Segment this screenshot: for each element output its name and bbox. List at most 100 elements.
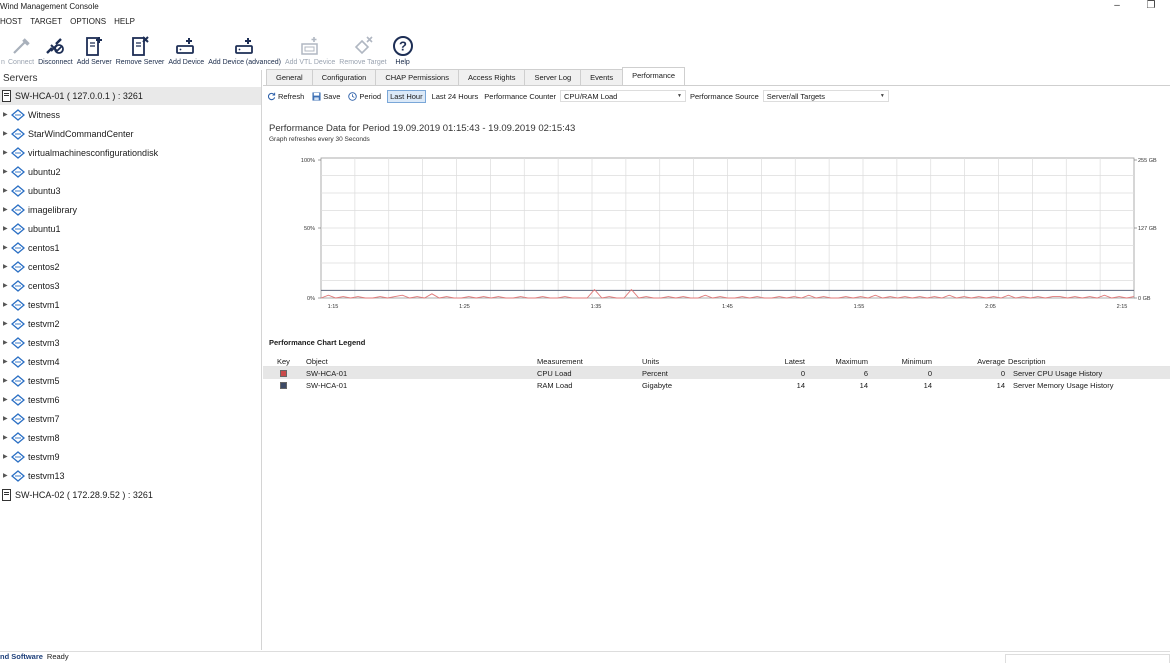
expand-arrow-icon[interactable]: ▶ [3,434,11,441]
server-icon [2,488,11,501]
tree-target-item[interactable]: ▶ ubuntu2 [0,162,261,181]
disconnect-label: Disconnect [38,59,73,66]
tree-target-item[interactable]: ▶ centos3 [0,276,261,295]
add-server-button[interactable]: Add Server [75,31,114,66]
tab-events[interactable]: Events [580,69,624,85]
tree-target-item[interactable]: ▶ testvm7 [0,409,261,428]
tree-target-item[interactable]: ▶ imagelibrary [0,200,261,219]
tree-target-item[interactable]: ▶ ubuntu1 [0,219,261,238]
expand-arrow-icon[interactable]: ▶ [3,320,11,327]
help-button[interactable]: ? Help [389,31,417,66]
expand-arrow-icon[interactable]: ▶ [3,263,11,270]
last-hour-button[interactable]: Last Hour [387,89,426,103]
performance-counter-label: Performance Counter [484,91,556,101]
add-device-button[interactable]: Add Device [166,31,206,66]
col-minimum: Minimum [901,357,932,366]
tree-server-root[interactable]: SW-HCA-01 ( 127.0.0.1 ) : 3261 [0,87,261,105]
tree-server-second[interactable]: SW-HCA-02 ( 172.28.9.52 ) : 3261 [0,485,261,504]
tree-target-item[interactable]: ▶ testvm2 [0,314,261,333]
svg-text:?: ? [399,39,407,54]
add-vtl-device-button[interactable]: Add VTL Device [283,31,337,66]
legend-object: SW-HCA-01 [306,381,348,390]
expand-arrow-icon[interactable]: ▶ [3,339,11,346]
performance-counter-select[interactable]: CPU/RAM Load ▼ [560,90,686,102]
expand-arrow-icon[interactable]: ▶ [3,111,11,118]
help-label: Help [395,59,410,66]
legend-units: Percent [642,369,668,378]
menu-target[interactable]: TARGET [30,16,62,30]
tree-target-item[interactable]: ▶ centos1 [0,238,261,257]
connect-button[interactable]: Connect [6,31,36,66]
target-icon [11,412,25,425]
tree-target-label: testvm4 [28,356,60,367]
remove-target-button[interactable]: Remove Target [337,31,388,66]
performance-counter-value: CPU/RAM Load [564,91,618,101]
expand-arrow-icon[interactable]: ▶ [3,415,11,422]
tree-target-item[interactable]: ▶ testvm9 [0,447,261,466]
expand-arrow-icon[interactable]: ▶ [3,282,11,289]
tree-target-item[interactable]: ▶ ubuntu3 [0,181,261,200]
expand-arrow-icon[interactable]: ▶ [3,301,11,308]
menu-options[interactable]: OPTIONS [70,16,106,30]
add-device-label: Add Device [168,59,205,66]
tree-target-item[interactable]: ▶ virtualmachinesconfigurationdisk [0,143,261,162]
col-maximum: Maximum [835,357,868,366]
refresh-button[interactable]: Refresh [265,91,306,102]
disconnect-button[interactable]: Disconnect [36,31,75,66]
tree-target-item[interactable]: ▶ testvm8 [0,428,261,447]
minimize-button[interactable]: – [1110,0,1124,11]
expand-arrow-icon[interactable]: ▶ [3,453,11,460]
expand-arrow-icon[interactable]: ▶ [3,130,11,137]
legend-measurement: CPU Load [537,369,572,378]
title-bar: Wind Management Console – ❐ [0,0,1170,15]
legend-row[interactable]: SW-HCA-01 RAM Load Gigabyte 14 14 14 14 … [263,379,1170,391]
expand-arrow-icon[interactable]: ▶ [3,206,11,213]
expand-arrow-icon[interactable]: ▶ [3,472,11,479]
legend-row[interactable]: SW-HCA-01 CPU Load Percent 0 6 0 0 Serve… [263,367,1170,379]
tree-target-item[interactable]: ▶ testvm6 [0,390,261,409]
tree-target-item[interactable]: ▶ StarWindCommandCenter [0,124,261,143]
save-icon [312,91,321,101]
add-device-advanced-button[interactable]: Add Device (advanced) [206,31,283,66]
add-device-icon [176,38,195,54]
tab-general[interactable]: General [266,69,313,85]
tab-access-rights[interactable]: Access Rights [457,69,526,85]
tree-target-item[interactable]: ▶ testvm4 [0,352,261,371]
chart-y-left-tick: 100% [301,158,315,164]
tree-target-item[interactable]: ▶ centos2 [0,257,261,276]
status-company: nd Software [0,652,43,661]
tab-performance[interactable]: Performance [622,67,686,85]
expand-arrow-icon[interactable]: ▶ [3,244,11,251]
tree-target-label: imagelibrary [28,204,78,215]
expand-arrow-icon[interactable]: ▶ [3,358,11,365]
menu-host[interactable]: HOST [0,16,22,30]
expand-arrow-icon[interactable]: ▶ [3,225,11,232]
remove-server-label: Remove Server [115,59,165,66]
expand-arrow-icon[interactable]: ▶ [3,168,11,175]
tree-target-label: centos2 [28,261,60,272]
tree-target-item[interactable]: ▶ testvm1 [0,295,261,314]
expand-arrow-icon[interactable]: ▶ [3,377,11,384]
period-button[interactable]: Period [346,91,383,102]
restore-button[interactable]: ❐ [1144,0,1158,11]
menu-help[interactable]: HELP [114,16,135,30]
legend-minimum: 0 [927,369,932,378]
tab-server-log[interactable]: Server Log [524,69,582,85]
add-vtl-device-icon [301,37,318,55]
remove-server-button[interactable]: Remove Server [114,31,167,66]
last-24-hours-button[interactable]: Last 24 Hours [430,91,481,102]
col-object: Object [306,357,328,366]
expand-arrow-icon[interactable]: ▶ [3,396,11,403]
legend-object: SW-HCA-01 [306,369,348,378]
add-server-icon [86,37,103,56]
performance-source-select[interactable]: Server/all Targets ▼ [762,90,889,102]
save-button[interactable]: Save [310,91,342,102]
tree-target-item[interactable]: ▶ testvm5 [0,371,261,390]
tree-target-item[interactable]: ▶ Witness [0,105,261,124]
expand-arrow-icon[interactable]: ▶ [3,187,11,194]
expand-arrow-icon[interactable]: ▶ [3,149,11,156]
tab-chap-permissions[interactable]: CHAP Permissions [375,69,459,85]
tree-target-item[interactable]: ▶ testvm13 [0,466,261,485]
tab-configuration[interactable]: Configuration [311,69,377,85]
tree-target-item[interactable]: ▶ testvm3 [0,333,261,352]
